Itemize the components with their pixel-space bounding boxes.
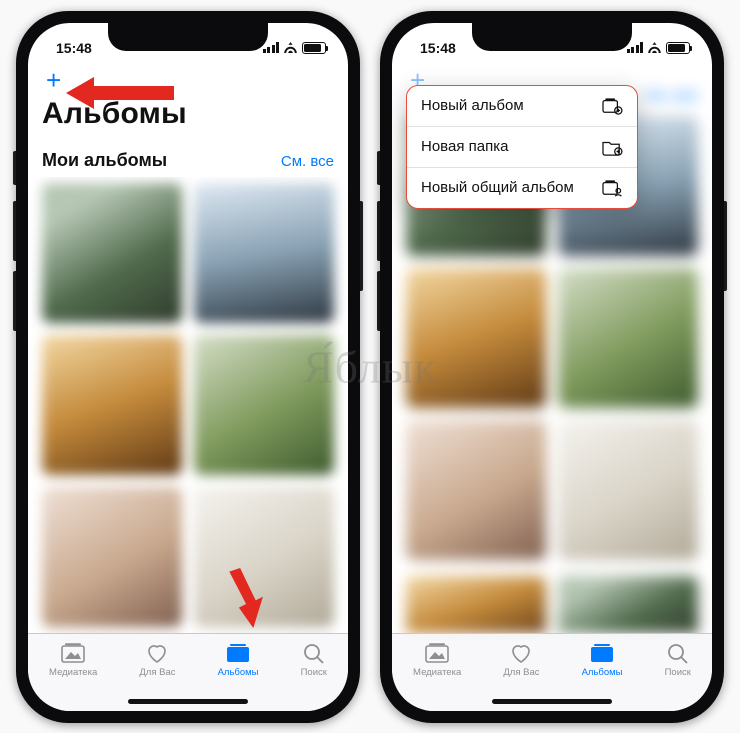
status-time: 15:48	[56, 40, 92, 56]
page-title: Альбомы	[42, 97, 334, 131]
shared-album-icon	[601, 179, 623, 197]
notch	[108, 23, 268, 51]
search-icon	[665, 642, 691, 664]
tab-label: Поиск	[665, 667, 691, 678]
album-thumb[interactable]	[42, 335, 182, 475]
battery-icon	[302, 42, 326, 54]
tab-albums[interactable]: Альбомы	[218, 642, 259, 678]
menu-new-album[interactable]: Новый альбом	[407, 86, 637, 127]
foryou-icon	[508, 642, 534, 664]
menu-label: Новая папка	[421, 138, 508, 155]
home-indicator[interactable]	[128, 699, 248, 704]
album-thumb[interactable]	[42, 183, 182, 323]
menu-label: Новый общий альбом	[421, 179, 574, 196]
tab-search[interactable]: Поиск	[301, 642, 327, 678]
tab-label: Альбомы	[582, 667, 623, 678]
tab-label: Для Вас	[139, 667, 175, 678]
albums-content[interactable]	[28, 177, 348, 633]
section-header: Мои альбомы См. все	[28, 139, 348, 177]
folder-plus-icon	[601, 138, 623, 156]
home-indicator[interactable]	[492, 699, 612, 704]
see-all-link[interactable]: См. все	[645, 87, 698, 104]
album-thumb[interactable]	[194, 487, 334, 627]
tab-library[interactable]: Медиатека	[49, 642, 97, 678]
tab-label: Медиатека	[413, 667, 461, 678]
tab-library[interactable]: Медиатека	[413, 642, 461, 678]
wifi-icon	[647, 42, 662, 53]
foryou-icon	[144, 642, 170, 664]
wifi-icon	[283, 42, 298, 53]
album-plus-icon	[601, 97, 623, 115]
tab-search[interactable]: Поиск	[665, 642, 691, 678]
library-icon	[60, 642, 86, 664]
tab-for-you[interactable]: Для Вас	[139, 642, 175, 678]
screen: 15:48 См. все +	[392, 23, 712, 711]
battery-icon	[666, 42, 690, 54]
library-icon	[424, 642, 450, 664]
album-thumb[interactable]	[194, 335, 334, 475]
album-thumb[interactable]	[42, 487, 182, 627]
search-icon	[301, 642, 327, 664]
status-right	[627, 42, 691, 54]
tab-label: Поиск	[301, 667, 327, 678]
tab-label: Альбомы	[218, 667, 259, 678]
tab-for-you[interactable]: Для Вас	[503, 642, 539, 678]
notch	[472, 23, 632, 51]
signal-icon	[627, 42, 644, 53]
phone-right: 15:48 См. все +	[380, 11, 724, 723]
see-all-link[interactable]: См. все	[281, 153, 334, 170]
menu-label: Новый альбом	[421, 97, 524, 114]
album-thumb[interactable]	[194, 183, 334, 323]
tab-label: Медиатека	[49, 667, 97, 678]
albums-icon	[589, 642, 615, 664]
signal-icon	[263, 42, 280, 53]
nav-header: + Альбомы	[28, 63, 348, 139]
context-menu: Новый альбом Новая папка Новый общий аль…	[406, 85, 638, 209]
screen: 15:48 + Альбомы Мои альбомы См. все	[28, 23, 348, 711]
status-time: 15:48	[420, 40, 456, 56]
add-button[interactable]: +	[42, 65, 65, 95]
tab-albums[interactable]: Альбомы	[582, 642, 623, 678]
status-right	[263, 42, 327, 54]
section-title: Мои альбомы	[42, 150, 167, 171]
albums-icon	[225, 642, 251, 664]
menu-new-shared-album[interactable]: Новый общий альбом	[407, 168, 637, 208]
tab-label: Для Вас	[503, 667, 539, 678]
menu-new-folder[interactable]: Новая папка	[407, 127, 637, 168]
phone-left: 15:48 + Альбомы Мои альбомы См. все	[16, 11, 360, 723]
